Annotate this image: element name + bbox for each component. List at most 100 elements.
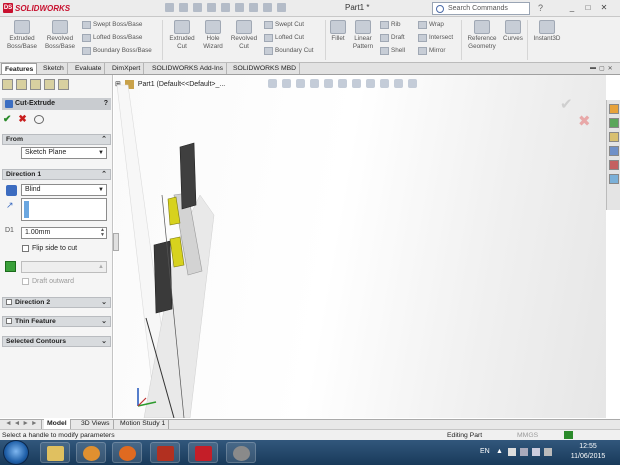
direction2-checkbox[interactable] [6, 299, 12, 306]
reverse-direction-icon[interactable] [6, 185, 17, 196]
flag-icon[interactable] [508, 448, 516, 456]
close-icon[interactable]: ✕ [598, 2, 610, 13]
tab-scroll-arrows[interactable]: ◄ ◄ ► ► [2, 419, 42, 429]
direction-selection-box[interactable] [21, 198, 107, 221]
start-button[interactable] [3, 440, 29, 465]
revolved-boss-button[interactable]: Revolved Boss/Base [42, 20, 78, 51]
confirm-corner-cancel[interactable]: ✖ [578, 112, 591, 130]
restore-icon[interactable]: □ [582, 2, 594, 13]
taskbar-clock[interactable]: 12:55 11/06/2015 [563, 442, 613, 462]
taskbar-firefox[interactable] [112, 442, 142, 463]
minimize-icon[interactable]: _ [566, 2, 578, 13]
taskbar-explorer[interactable] [40, 442, 70, 463]
reference-triad[interactable] [130, 378, 164, 412]
direction2-section[interactable]: Direction 2 ⌄ [2, 297, 111, 308]
instant3d-button[interactable]: Instant3D [530, 20, 564, 43]
cancel-x-icon[interactable]: ✖ [18, 114, 26, 125]
language-indicator[interactable]: EN [480, 448, 490, 455]
ok-check-icon[interactable]: ✔ [3, 114, 11, 125]
file-properties-icon[interactable] [263, 3, 272, 12]
file-explorer-icon[interactable] [609, 132, 619, 142]
undo-icon[interactable] [221, 3, 230, 12]
feature-manager-icon[interactable] [2, 79, 13, 90]
flip-side-checkbox[interactable]: Flip side to cut [22, 245, 77, 252]
network-icon[interactable] [520, 448, 528, 456]
reference-geometry-button[interactable]: Reference Geometry [464, 20, 500, 51]
tab-evaluate[interactable]: Evaluate [72, 63, 106, 74]
print-icon[interactable] [207, 3, 216, 12]
draft-button[interactable]: Draft [380, 34, 405, 42]
select-icon[interactable] [235, 3, 244, 12]
rebuild-status-icon[interactable] [564, 431, 573, 439]
draft-angle-input[interactable]: ▲ [21, 261, 107, 273]
display-manager-icon[interactable] [58, 79, 69, 90]
lofted-boss-button[interactable]: Lofted Boss/Base [82, 34, 142, 42]
pm-help-button[interactable]: ? [104, 98, 108, 110]
dimxpert-manager-icon[interactable] [44, 79, 55, 90]
swept-boss-button[interactable]: Swept Boss/Base [82, 21, 142, 29]
tray-expand-icon[interactable]: ▲ [496, 448, 503, 455]
rib-button[interactable]: Rib [380, 21, 400, 29]
tab-motion-study[interactable]: Motion Study 1 [117, 419, 170, 429]
new-icon[interactable] [165, 3, 174, 12]
help-icon[interactable]: ? [538, 3, 549, 14]
thin-feature-checkbox[interactable] [6, 318, 12, 325]
draft-toggle-icon[interactable] [5, 261, 16, 272]
design-library-icon[interactable] [609, 118, 619, 128]
minimize-panel-icon[interactable]: ▬ [590, 65, 596, 72]
volume-icon[interactable] [532, 448, 540, 456]
direction1-section[interactable]: Direction 1 ⌃ [2, 169, 111, 180]
restore-panel-icon[interactable]: ▢ [599, 65, 605, 72]
from-section[interactable]: From ⌃ [2, 134, 111, 145]
configuration-manager-icon[interactable] [30, 79, 41, 90]
revolved-cut-button[interactable]: Revolved Cut [228, 20, 260, 51]
taskbar-media-player[interactable] [76, 442, 106, 463]
close-panel-icon[interactable]: ✕ [608, 65, 613, 72]
taskbar-app-r[interactable] [150, 442, 180, 463]
tab-mbd[interactable]: SOLIDWORKS MBD [230, 63, 301, 74]
spinner-icon[interactable]: ▲ ▼ [100, 228, 105, 238]
boundary-cut-button[interactable]: Boundary Cut [264, 47, 314, 55]
tab-sketch[interactable]: Sketch [40, 63, 68, 74]
depth-input[interactable]: 1.00mm ▲ ▼ [21, 227, 107, 239]
app-logo[interactable]: DS SOLIDWORKS [3, 2, 70, 14]
tab-model[interactable]: Model [44, 419, 71, 429]
mirror-button[interactable]: Mirror [418, 47, 445, 55]
preview-glasses-icon[interactable] [33, 115, 44, 124]
boundary-boss-button[interactable]: Boundary Boss/Base [82, 47, 152, 55]
view-palette-icon[interactable] [609, 146, 619, 156]
hole-wizard-button[interactable]: Hole Wizard [199, 20, 227, 51]
property-manager-icon[interactable] [16, 79, 27, 90]
taskbar-solidworks[interactable] [188, 442, 218, 463]
thin-feature-section[interactable]: Thin Feature ⌄ [2, 316, 111, 327]
search-input[interactable]: Search Commands [432, 2, 530, 15]
curves-button[interactable]: Curves [502, 20, 524, 43]
swept-cut-button[interactable]: Swept Cut [264, 21, 304, 29]
tab-3d-views[interactable]: 3D Views [78, 419, 114, 429]
extruded-boss-button[interactable]: Extruded Boss/Base [4, 20, 40, 51]
lofted-cut-button[interactable]: Lofted Cut [264, 34, 304, 42]
linear-pattern-button[interactable]: Linear Pattern [350, 20, 376, 51]
selected-contours-section[interactable]: Selected Contours ⌄ [2, 336, 111, 347]
taskbar-app[interactable] [226, 442, 256, 463]
resources-icon[interactable] [609, 104, 619, 114]
from-select[interactable]: Sketch Plane ▼ [21, 147, 107, 159]
rebuild-icon[interactable] [249, 3, 258, 12]
open-icon[interactable] [179, 3, 188, 12]
save-icon[interactable] [193, 3, 202, 12]
options-icon[interactable] [277, 3, 286, 12]
confirm-corner-ok[interactable]: ✔ [560, 95, 573, 113]
shell-button[interactable]: Shell [380, 47, 405, 55]
tab-dimxpert[interactable]: DimXpert [109, 63, 145, 74]
tab-addins[interactable]: SOLIDWORKS Add-Ins [149, 63, 228, 74]
intersect-button[interactable]: Intersect [418, 34, 453, 42]
end-condition-select[interactable]: Blind ▼ [21, 184, 107, 196]
custom-properties-icon[interactable] [609, 174, 619, 184]
wrap-button[interactable]: Wrap [418, 21, 444, 29]
extruded-cut-button[interactable]: Extruded Cut [166, 20, 198, 51]
tab-features[interactable]: Features [1, 63, 38, 74]
fillet-button[interactable]: Fillet [328, 20, 348, 43]
appearances-icon[interactable] [609, 160, 619, 170]
panel-collapse-handle[interactable] [113, 233, 119, 251]
battery-icon[interactable] [544, 448, 552, 456]
